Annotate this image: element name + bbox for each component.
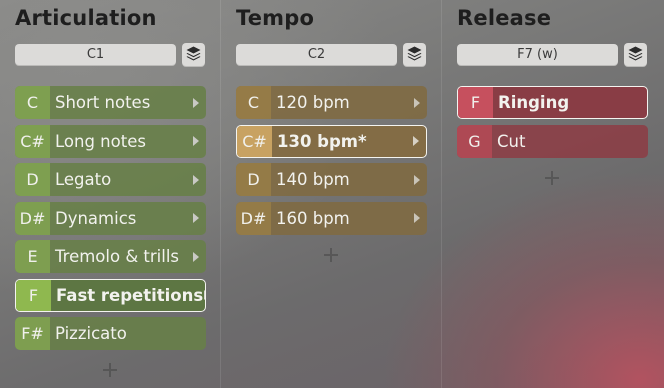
key-label: D# (236, 201, 271, 235)
articulation-row-selected[interactable]: F Fast repetitions (15, 278, 206, 312)
key-label: G (457, 124, 492, 158)
tempo-selector[interactable]: C2 (236, 44, 397, 66)
chevron-right-icon[interactable] (409, 135, 423, 147)
release-list: F Ringing G Cut (457, 86, 648, 163)
chevron-right-icon[interactable] (189, 135, 203, 147)
column-title: Release (457, 6, 552, 30)
articulation-column: Articulation C1 C Short notes C# Long no… (0, 0, 220, 388)
release-selector[interactable]: F7 (w) (457, 44, 618, 66)
key-label: F# (15, 317, 50, 350)
chevron-right-icon[interactable] (189, 212, 203, 224)
key-label: C (15, 86, 50, 119)
key-label: F (16, 279, 51, 311)
layers-button[interactable] (182, 43, 205, 67)
row-label: Fast repetitions (56, 285, 204, 305)
layers-button[interactable] (403, 43, 426, 67)
plus-icon (544, 170, 560, 190)
row-label: Pizzicato (55, 324, 127, 343)
articulation-row[interactable]: D# Dynamics (15, 201, 206, 235)
tempo-column: Tempo C2 C 120 bpm C# 130 bpm* D 140 bpm (221, 0, 441, 388)
release-column: Release F7 (w) F Ringing G Cut (442, 0, 662, 388)
tempo-list: C 120 bpm C# 130 bpm* D 140 bpm D# 160 b… (236, 86, 427, 240)
tempo-row[interactable]: D# 160 bpm (236, 201, 427, 235)
articulation-row[interactable]: E Tremolo & trills (15, 240, 206, 273)
key-label: D (15, 163, 50, 196)
articulation-row[interactable]: D Legato (15, 163, 206, 196)
add-release-button[interactable] (542, 170, 562, 190)
column-title: Tempo (236, 6, 315, 30)
chevron-right-icon[interactable] (189, 251, 203, 263)
chevron-right-icon[interactable] (410, 97, 424, 109)
row-label: Ringing (498, 93, 570, 112)
layers-button[interactable] (624, 43, 647, 67)
row-label: Cut (497, 131, 526, 151)
articulation-list: C Short notes C# Long notes D Legato D# … (15, 86, 206, 356)
add-tempo-button[interactable] (321, 247, 341, 267)
key-label: C# (237, 125, 272, 157)
row-label: Short notes (55, 93, 151, 112)
chevron-right-icon[interactable] (410, 174, 424, 186)
key-label: C# (15, 124, 50, 158)
release-row-selected[interactable]: F Ringing (457, 86, 648, 119)
chevron-right-icon[interactable] (189, 97, 203, 109)
layers-icon (406, 45, 423, 66)
articulation-selector[interactable]: C1 (15, 44, 176, 66)
articulation-row[interactable]: C# Long notes (15, 124, 206, 158)
row-label: 160 bpm (276, 208, 350, 228)
tempo-row[interactable]: C 120 bpm (236, 86, 427, 119)
tempo-row-selected[interactable]: C# 130 bpm* (236, 124, 427, 158)
plus-icon (323, 247, 339, 267)
key-label: E (15, 240, 50, 273)
row-label: Legato (55, 170, 112, 189)
key-label: C (236, 86, 271, 119)
chevron-right-icon[interactable] (189, 174, 203, 186)
key-label: F (458, 87, 493, 118)
tempo-row[interactable]: D 140 bpm (236, 163, 427, 196)
row-label: Long notes (55, 131, 146, 151)
chevron-right-icon[interactable] (410, 212, 424, 224)
layers-icon (185, 45, 202, 66)
key-label: D (236, 163, 271, 196)
chevron-right-icon[interactable] (203, 289, 205, 301)
articulation-row[interactable]: C Short notes (15, 86, 206, 119)
layers-icon (627, 45, 644, 66)
articulation-row[interactable]: F# Pizzicato (15, 317, 206, 350)
column-title: Articulation (15, 6, 157, 30)
key-label: D# (15, 201, 50, 235)
row-label: 120 bpm (276, 93, 350, 112)
add-articulation-button[interactable] (100, 362, 120, 382)
row-label: Tremolo & trills (55, 247, 180, 266)
release-row[interactable]: G Cut (457, 124, 648, 158)
plus-icon (102, 362, 118, 382)
row-label: Dynamics (55, 208, 137, 228)
row-label: 130 bpm* (277, 131, 367, 151)
row-label: 140 bpm (276, 170, 350, 189)
